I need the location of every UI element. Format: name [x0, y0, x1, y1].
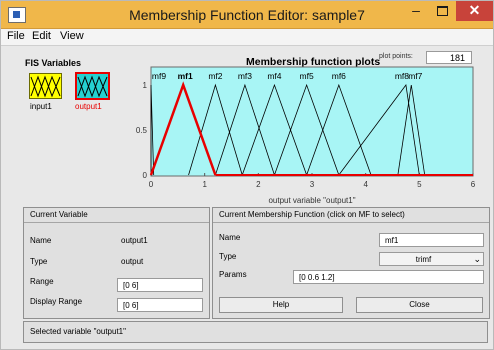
mf-label-mf1[interactable]: mf1	[178, 71, 193, 81]
mf-label-mf8[interactable]: mf8	[395, 71, 409, 81]
membership-function-plot[interactable]: 00.51 0123456 mf9 mf1 mf2 mf3 mf4 mf5 mf6 mf8 mf…	[1, 1, 494, 207]
close-button[interactable]: Close	[356, 297, 483, 313]
mf-label-mf7[interactable]: mf7	[408, 71, 422, 81]
mf-type-select[interactable]: trimf ⌄	[379, 252, 484, 266]
x-axis-label: output variable "output1"	[268, 196, 355, 205]
status-bar: Selected variable "output1"	[23, 321, 488, 343]
y-axis: 00.51	[136, 81, 148, 180]
mf-type-value: trimf	[415, 255, 432, 264]
range-label: Range	[30, 277, 54, 286]
chevron-down-icon: ⌄	[473, 254, 481, 264]
help-button[interactable]: Help	[219, 297, 343, 313]
x-tick-label: 4	[363, 180, 368, 189]
display-range-label: Display Range	[30, 297, 83, 306]
variable-name-label: Name	[30, 236, 52, 245]
x-tick-label: 5	[417, 180, 422, 189]
mf-label-mf6[interactable]: mf6	[332, 71, 346, 81]
variable-type-value: output	[121, 257, 144, 266]
mf-label-mf3[interactable]: mf3	[238, 71, 252, 81]
x-tick-label: 6	[471, 180, 476, 189]
params-input[interactable]: [0 0.6 1.2]	[293, 270, 484, 284]
y-tick-label: 1	[143, 81, 148, 90]
x-tick-label: 3	[310, 180, 315, 189]
range-input[interactable]: [0 6]	[117, 278, 203, 292]
current-mf-header: Current Membership Function (click on MF…	[213, 208, 489, 223]
mf-editor-window: Membership Function Editor: sample7 – ✕ …	[0, 0, 494, 350]
mf-label-mf5[interactable]: mf5	[300, 71, 314, 81]
x-tick-label: 2	[256, 180, 261, 189]
mf-label-mf9[interactable]: mf9	[152, 71, 166, 81]
mf-type-label: Type	[219, 252, 237, 261]
mf-label-mf4[interactable]: mf4	[267, 71, 281, 81]
y-tick-label: 0	[143, 171, 148, 180]
variable-name-value: output1	[121, 236, 148, 245]
x-tick-label: 0	[149, 180, 154, 189]
mf-name-label: Name	[219, 233, 241, 242]
display-range-input[interactable]: [0 6]	[117, 298, 203, 312]
variable-type-label: Type	[30, 257, 48, 266]
x-tick-label: 1	[202, 180, 207, 189]
mf-label-mf2[interactable]: mf2	[208, 71, 222, 81]
current-variable-header: Current Variable	[24, 208, 209, 223]
y-tick-label: 0.5	[136, 126, 148, 135]
mf-name-input[interactable]: mf1	[379, 233, 484, 247]
current-variable-panel: Current Variable Name output1 Type outpu…	[23, 207, 210, 319]
params-label: Params	[219, 270, 247, 279]
